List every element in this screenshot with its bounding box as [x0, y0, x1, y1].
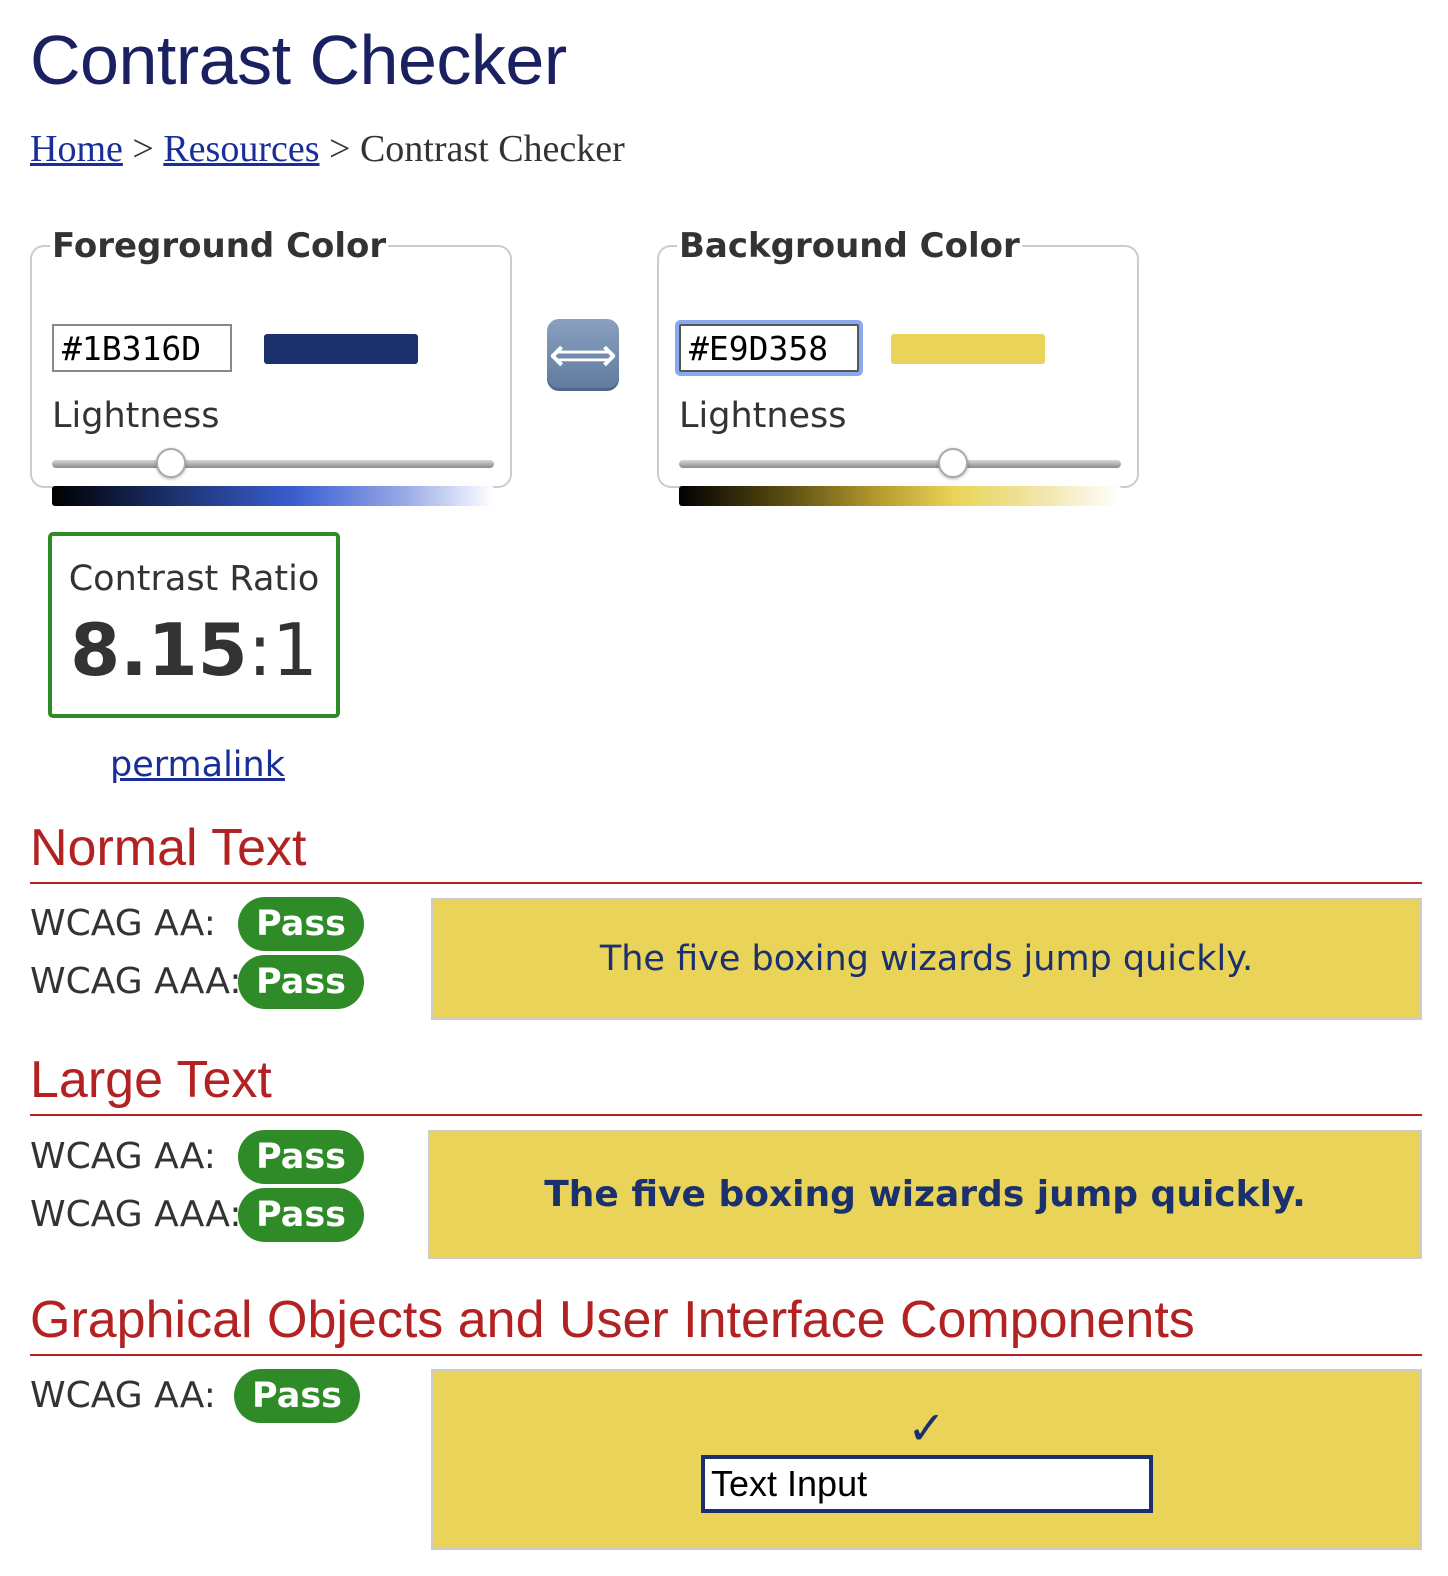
breadcrumb-current: Contrast Checker — [359, 128, 625, 170]
large-aa-label: WCAG AA: — [30, 1136, 216, 1177]
background-lightness-slider-thumb[interactable] — [938, 448, 969, 478]
breadcrumb-separator: > — [132, 128, 154, 170]
foreground-hex-input[interactable] — [52, 324, 232, 372]
large-aa-pass-badge: Pass — [238, 1130, 364, 1184]
background-color-legend: Background Color — [679, 226, 1020, 266]
normal-text-heading: Normal Text — [30, 818, 1422, 884]
foreground-color-legend: Foreground Color — [52, 226, 387, 266]
graphical-aa-label: WCAG AA: — [30, 1375, 216, 1416]
background-color-swatch[interactable] — [891, 334, 1045, 364]
normal-aa-label: WCAG AA: — [30, 903, 216, 944]
background-lightness-gradient — [679, 486, 1121, 506]
swap-colors-button[interactable]: ⟺ — [547, 319, 619, 391]
normal-text-sample: The five boxing wizards jump quickly. — [599, 939, 1254, 979]
contrast-ratio-number: 8.15 — [70, 608, 248, 692]
permalink-link[interactable]: permalink — [110, 744, 285, 786]
contrast-ratio-box: Contrast Ratio 8.15:1 — [48, 532, 340, 718]
background-lightness-label: Lightness — [679, 396, 847, 436]
page-title: Contrast Checker — [30, 21, 567, 99]
sample-text-input[interactable] — [701, 1455, 1153, 1513]
breadcrumb-resources-link[interactable]: Resources — [163, 128, 319, 170]
contrast-ratio-label: Contrast Ratio — [68, 559, 320, 599]
graphical-objects-preview: ✓ — [431, 1369, 1422, 1550]
foreground-color-swatch[interactable] — [264, 334, 418, 364]
foreground-lightness-slider-thumb[interactable] — [156, 448, 187, 478]
background-color-panel: Background Color Lightness — [657, 226, 1139, 506]
large-aaa-label: WCAG AAA: — [30, 1194, 242, 1235]
graphical-aa-pass-badge: Pass — [234, 1369, 360, 1423]
large-text-sample: The five boxing wizards jump quickly. — [544, 1174, 1306, 1215]
normal-aaa-label: WCAG AAA: — [30, 961, 242, 1002]
swap-arrows-icon: ⟺ — [548, 327, 618, 383]
background-hex-input[interactable] — [679, 324, 859, 372]
large-text-heading: Large Text — [30, 1050, 1422, 1116]
foreground-lightness-gradient — [52, 486, 494, 506]
foreground-lightness-label: Lightness — [52, 396, 220, 436]
normal-aa-pass-badge: Pass — [238, 897, 364, 951]
breadcrumb: Home > Resources > Contrast Checker — [30, 126, 625, 172]
normal-aaa-pass-badge: Pass — [238, 955, 364, 1009]
breadcrumb-separator: > — [329, 128, 351, 170]
contrast-ratio-value: 8.15:1 — [52, 610, 336, 690]
graphical-objects-heading: Graphical Objects and User Interface Com… — [30, 1290, 1422, 1356]
large-text-preview: The five boxing wizards jump quickly. — [428, 1130, 1422, 1259]
check-icon: ✓ — [907, 1401, 946, 1455]
background-lightness-slider-track[interactable] — [679, 460, 1121, 468]
contrast-ratio-suffix: :1 — [247, 608, 318, 692]
foreground-lightness-slider-track[interactable] — [52, 460, 494, 468]
foreground-color-panel: Foreground Color Lightness — [30, 226, 512, 506]
large-aaa-pass-badge: Pass — [238, 1188, 364, 1242]
breadcrumb-home-link[interactable]: Home — [30, 128, 123, 170]
normal-text-preview: The five boxing wizards jump quickly. — [431, 898, 1422, 1020]
